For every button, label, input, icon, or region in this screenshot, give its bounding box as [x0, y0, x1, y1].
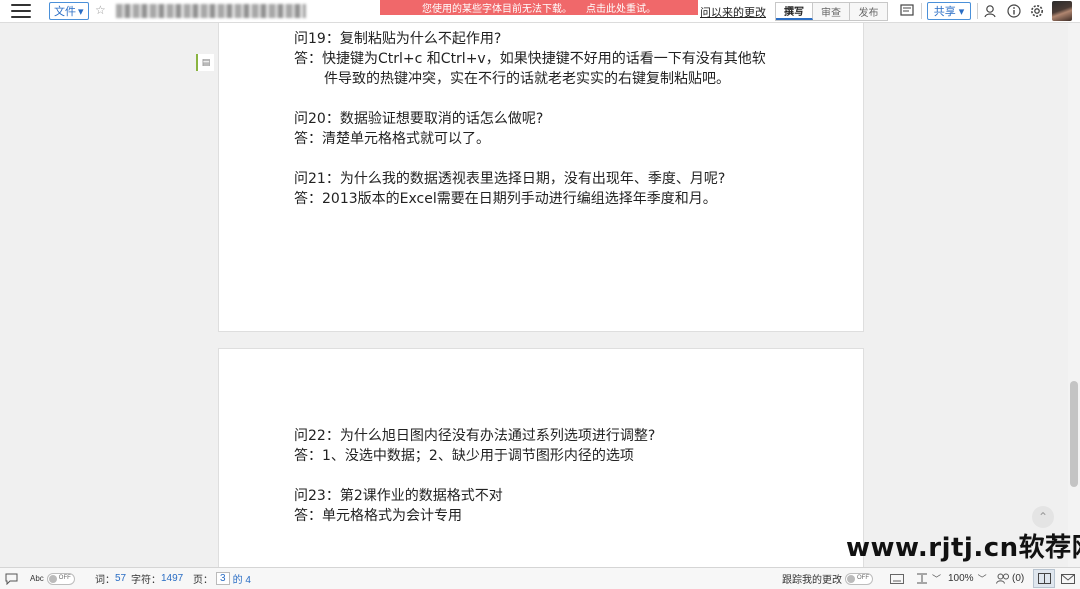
changes-since-link[interactable]: 问以来的更改: [700, 4, 766, 20]
search-user-icon[interactable]: [981, 2, 1001, 20]
share-button[interactable]: 共享 ▾: [927, 2, 971, 20]
chevron-down-icon: ▾: [958, 5, 965, 18]
tab-compose[interactable]: 撰写: [776, 3, 813, 20]
menu-icon[interactable]: [11, 4, 31, 19]
answer-19-cont: 件导致的热键冲突，实在不行的话就老老实实的右键复制粘贴吧。: [324, 71, 730, 87]
avatar[interactable]: [1052, 1, 1072, 21]
toggle-state: OFF: [857, 574, 869, 581]
question-20: 问20：数据验证想要取消的话怎么做呢?: [294, 111, 544, 127]
font-warning-banner: 您使用的某些字体目前无法下载。 点击此处重试。: [380, 0, 698, 15]
question-21: 问21：为什么我的数据透视表里选择日期，没有出现年、季度、月呢?: [294, 171, 726, 187]
question-23: 问23：第2课作业的数据格式不对: [294, 488, 503, 504]
chevron-down-icon: ﹀: [932, 574, 942, 584]
zoom-value: 100%: [948, 573, 974, 584]
words-label: 词：: [95, 575, 115, 586]
page-label: 页：: [193, 575, 213, 586]
margin-comment-marker[interactable]: ▤: [196, 54, 214, 71]
info-icon[interactable]: [1004, 2, 1024, 20]
coauthors-count: (0): [1012, 573, 1025, 584]
toggle-state: OFF: [58, 574, 71, 581]
zoom-selector[interactable]: 100% ﹀: [948, 568, 987, 589]
chars-value: 1497: [161, 573, 184, 584]
answer-19: 答：快捷键为Ctrl+c 和Ctrl+v，如果快捷键不好用的话看一下有没有其他软: [294, 51, 766, 67]
comment-bubble-icon[interactable]: [5, 568, 18, 589]
watermark: www.rjtj.cn软荐网: [846, 533, 1080, 563]
question-19: 问19：复制粘贴为什么不起作用?: [294, 31, 502, 47]
mode-tabs: 撰写 审查 发布: [775, 2, 888, 21]
chevron-down-icon: ▾: [78, 5, 84, 18]
page-total: 的 4: [232, 575, 251, 586]
char-count: 字符： 1497: [131, 568, 183, 589]
toolbar-divider: [921, 3, 922, 19]
page-layout-icon[interactable]: ﹀: [916, 568, 941, 589]
chars-label: 字符：: [131, 575, 161, 586]
spellcheck-toggle[interactable]: Abc OFF: [30, 568, 75, 589]
banner-text: 您使用的某些字体目前无法下载。: [422, 4, 572, 15]
track-changes-toggle[interactable]: 跟踪我的更改 OFF: [782, 568, 873, 589]
coauthors-indicator[interactable]: (0): [996, 568, 1024, 589]
gear-icon[interactable]: [1027, 2, 1047, 20]
track-changes-switch[interactable]: OFF: [845, 572, 873, 585]
page-current-input[interactable]: 3: [216, 572, 230, 585]
scrollbar-thumb[interactable]: [1070, 381, 1078, 487]
word-count: 词： 57: [95, 568, 126, 589]
page1-text[interactable]: 问19：复制粘贴为什么不起作用? 答：快捷键为Ctrl+c 和Ctrl+v，如果…: [294, 29, 766, 209]
star-icon[interactable]: ☆: [95, 3, 106, 17]
file-menu-button[interactable]: 文件 ▾: [49, 2, 89, 20]
toolbar-divider: [977, 3, 978, 19]
track-changes-label: 跟踪我的更改: [782, 575, 842, 586]
answer-23: 答：单元格格式为会计专用: [294, 508, 462, 524]
answer-21: 答：2013版本的Excel需要在日期列手动进行编组选择年季度和月。: [294, 191, 717, 207]
reading-view-icon[interactable]: [1033, 569, 1055, 588]
spellcheck-icon: Abc: [30, 574, 44, 583]
question-22: 问22：为什么旭日图内径没有办法通过系列选项进行调整?: [294, 428, 656, 444]
page-indicator: 页： 3 的 4: [193, 568, 251, 589]
keyboard-icon[interactable]: [890, 568, 904, 589]
vertical-scrollbar[interactable]: [1068, 23, 1080, 567]
page2-text[interactable]: 问22：为什么旭日图内径没有办法通过系列选项进行调整? 答：1、没选中数据；2、…: [294, 426, 655, 526]
file-menu-label: 文件: [54, 6, 76, 18]
scroll-to-top-icon[interactable]: ⌃: [1032, 506, 1054, 528]
document-title-blurred[interactable]: [116, 4, 306, 18]
top-toolbar: 文件 ▾ ☆ 您使用的某些字体目前无法下载。 点击此处重试。 问以来的更改 撰写…: [0, 0, 1080, 23]
words-value: 57: [115, 573, 127, 584]
tab-review[interactable]: 审查: [813, 3, 850, 20]
comment-panel-icon[interactable]: [897, 2, 917, 20]
answer-20: 答：清楚单元格格式就可以了。: [294, 131, 490, 147]
spellcheck-switch[interactable]: OFF: [46, 572, 75, 585]
tab-publish[interactable]: 发布: [850, 3, 887, 20]
banner-retry-link[interactable]: 点击此处重试。: [586, 0, 656, 15]
share-label: 共享: [933, 6, 956, 18]
mail-icon[interactable]: [1061, 568, 1075, 589]
answer-22: 答：1、没选中数据；2、缺少用于调节图形内径的选项: [294, 448, 634, 464]
status-bar: Abc OFF 词： 57 字符： 1497 页： 3 的 4 跟踪我的更改 O…: [0, 567, 1080, 589]
chevron-down-icon: ﹀: [977, 574, 987, 584]
